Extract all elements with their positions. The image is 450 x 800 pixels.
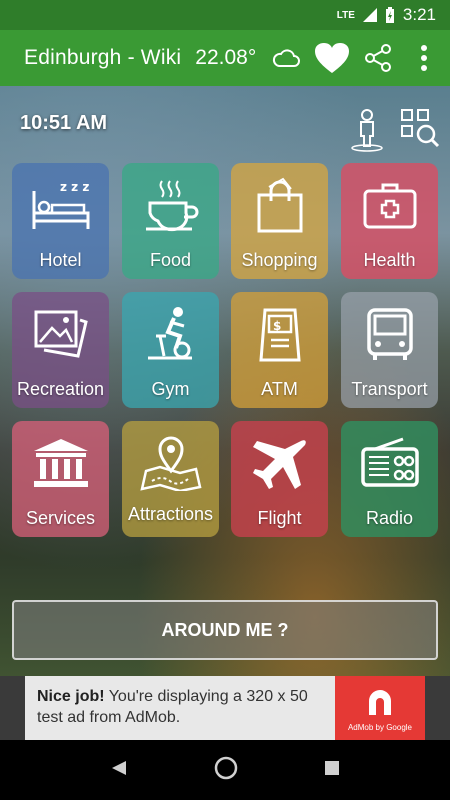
first-aid-kit-icon [363, 183, 416, 229]
shopping-bag-icon [257, 177, 302, 233]
favorite-heart-icon[interactable] [314, 40, 350, 76]
temperature: 22.08° [195, 46, 257, 69]
app-title: Edinburgh - Wiki [24, 46, 182, 69]
tile-health[interactable]: Health [341, 163, 438, 279]
status-time: 3:21 [402, 5, 436, 24]
ad-banner[interactable]: Nice job! You're displaying a 320 x 50 t… [0, 676, 450, 740]
tile-recreation[interactable]: Recreation [12, 292, 109, 408]
app-bar: Edinburgh - Wiki 22.08° [0, 30, 450, 86]
navigation-bar [0, 740, 450, 800]
tile-label: Radio [365, 508, 414, 528]
status-bar: LTE 3:21 [0, 0, 450, 30]
ad-headline: Nice job! [37, 688, 105, 705]
tile-radio[interactable]: Radio [341, 421, 438, 537]
bed-icon: z z z [32, 180, 89, 229]
tile-label: Hotel [39, 250, 82, 270]
bank-building-icon [33, 439, 88, 487]
tile-label: Health [363, 250, 416, 270]
tile-label: Food [149, 250, 192, 270]
svg-text:$: $ [273, 319, 281, 333]
background-image: 10:51 AM z z z Hotel Food Shopping Healt… [0, 86, 450, 676]
tile-label: ATM [261, 379, 298, 399]
coffee-cup-icon [145, 180, 198, 232]
svg-text:z z z: z z z [60, 180, 89, 194]
bus-icon [366, 308, 413, 360]
tile-label: Shopping [241, 250, 318, 270]
tile-transport[interactable]: Transport [341, 292, 438, 408]
signal-icon [362, 8, 377, 22]
tile-label: Flight [257, 508, 302, 528]
more-options-icon[interactable] [406, 40, 442, 76]
tile-food[interactable]: Food [122, 163, 219, 279]
tile-gym[interactable]: Gym [122, 292, 219, 408]
exercise-bike-icon [147, 307, 192, 360]
tile-flight[interactable]: Flight [231, 421, 328, 537]
tile-shopping[interactable]: Shopping [231, 163, 328, 279]
qr-scan-icon[interactable] [400, 108, 440, 157]
map-pin-icon [139, 436, 201, 491]
tile-label: Transport [351, 379, 428, 399]
home-icon[interactable] [214, 756, 238, 785]
tile-label: Gym [151, 379, 190, 399]
cloud-icon[interactable] [268, 40, 304, 76]
admob-logo[interactable]: AdMob by Google [335, 676, 425, 740]
clock: 10:51 AM [20, 112, 108, 134]
tile-label: Recreation [16, 379, 105, 399]
around-me-button[interactable]: AROUND ME ? [12, 600, 438, 660]
recents-icon[interactable] [324, 760, 340, 781]
tile-attractions[interactable]: Attractions [122, 421, 219, 537]
atm-machine-icon: $ [258, 308, 301, 362]
admob-caption: AdMob by Google [347, 722, 413, 732]
tile-label: Services [25, 508, 96, 528]
battery-icon [385, 7, 394, 23]
pictures-icon [34, 310, 88, 358]
airplane-icon [252, 440, 306, 489]
tile-atm[interactable]: $ ATM [231, 292, 328, 408]
share-icon[interactable] [360, 40, 396, 76]
admob-icon [369, 689, 391, 715]
ad-text: Nice job! You're displaying a 320 x 50 t… [37, 686, 337, 728]
lte-indicator: LTE [336, 9, 355, 21]
radio-icon [360, 437, 419, 487]
person-location-icon[interactable] [350, 108, 384, 157]
tile-services[interactable]: Services [12, 421, 109, 537]
tile-label: Attractions [127, 504, 214, 524]
tile-hotel[interactable]: z z z Hotel [12, 163, 109, 279]
back-icon[interactable] [110, 759, 128, 782]
